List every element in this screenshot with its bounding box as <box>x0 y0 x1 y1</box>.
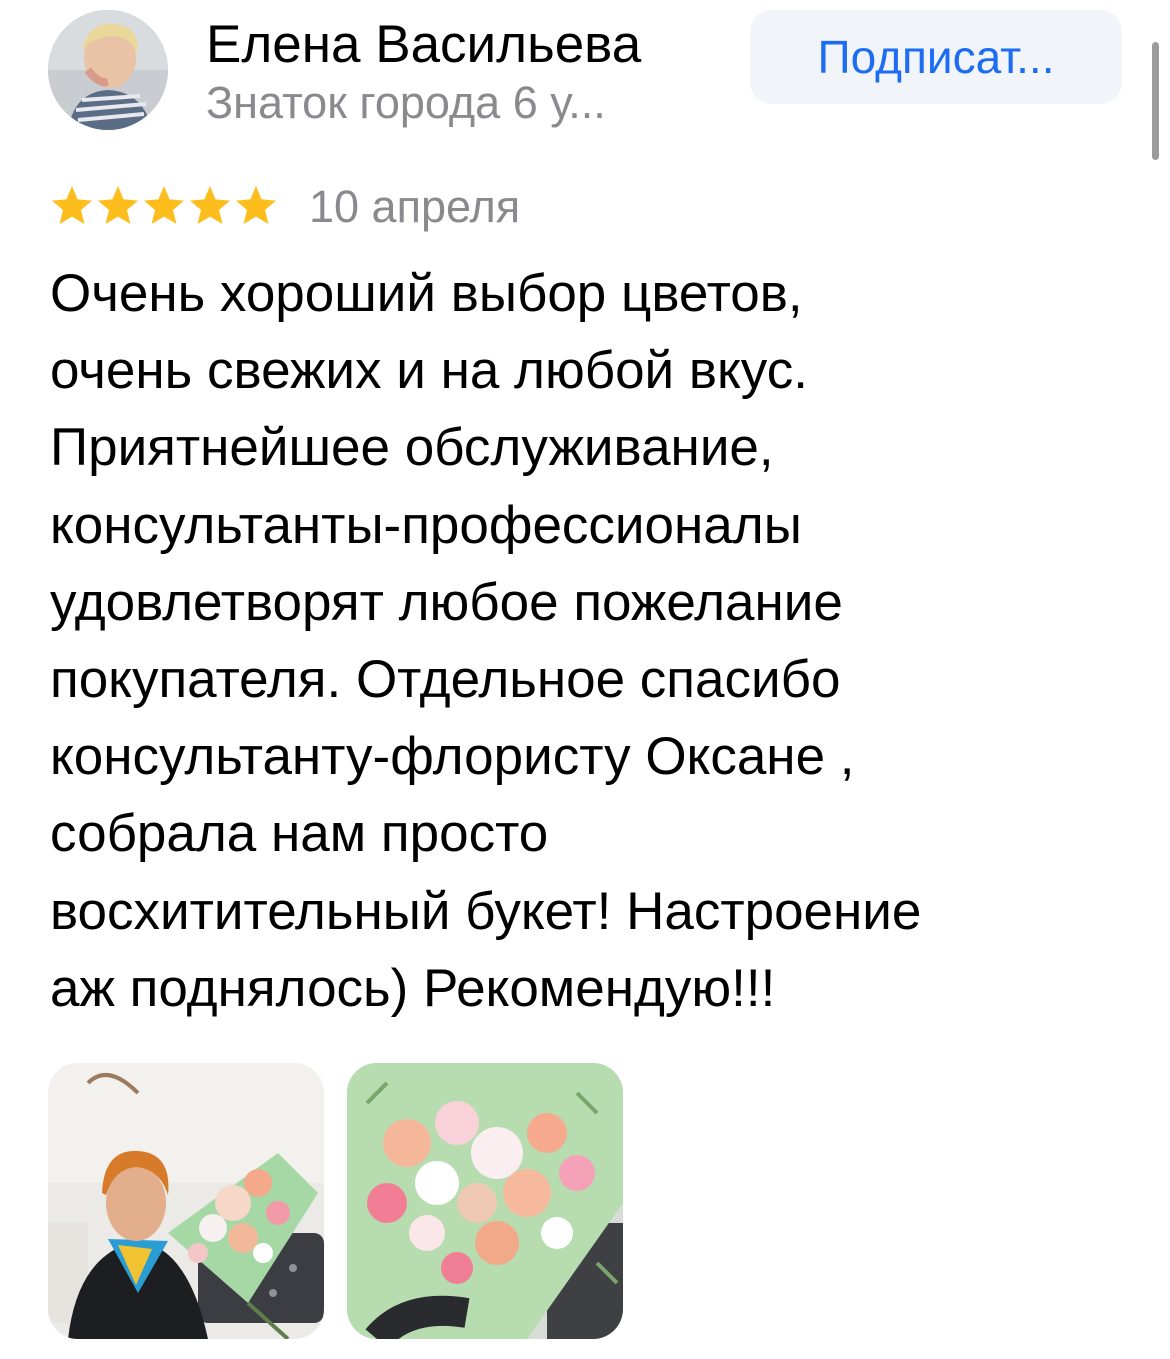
review-text-line: консультанты-профессионалы <box>50 495 802 555</box>
review-text-line: Приятнейшее обслуживание, <box>50 418 774 478</box>
review-text: Очень хороший выбор цветов, очень свежих … <box>50 255 1130 1027</box>
scrollbar[interactable] <box>1152 42 1159 160</box>
star-icon <box>190 186 230 224</box>
review-text-line: аж поднялось) Рекомендую!!! <box>50 958 776 1018</box>
rating-stars <box>50 184 278 232</box>
review-photo-woman-with-bouquet[interactable] <box>48 1063 324 1339</box>
star-icon <box>98 186 138 224</box>
review-text-line: удовлетворят любое пожелание <box>50 572 843 632</box>
star-icon <box>236 186 276 224</box>
review-card: Елена Васильева Знаток города 6 у... Под… <box>0 0 1170 1359</box>
review-text-line: покупателя. Отдельное спасибо <box>50 650 841 710</box>
review-text-line: Очень хороший выбор цветов, <box>50 264 803 323</box>
review-text-line: консультанту-флористу Оксане , <box>50 727 855 787</box>
author-avatar[interactable] <box>48 10 168 130</box>
review-photo-bouquet[interactable] <box>347 1063 623 1339</box>
star-icon <box>144 186 184 224</box>
review-text-line: восхитительный букет! Настроение <box>50 881 922 941</box>
star-icon <box>52 186 92 224</box>
author-status: Знаток города 6 у... <box>206 77 606 128</box>
subscribe-button[interactable]: Подписат... <box>750 10 1122 104</box>
review-text-line: очень свежих и на любой вкус. <box>50 341 808 401</box>
review-date: 10 апреля <box>309 181 521 232</box>
author-name[interactable]: Елена Васильева <box>206 14 641 76</box>
review-text-line: собрала нам просто <box>50 804 549 864</box>
